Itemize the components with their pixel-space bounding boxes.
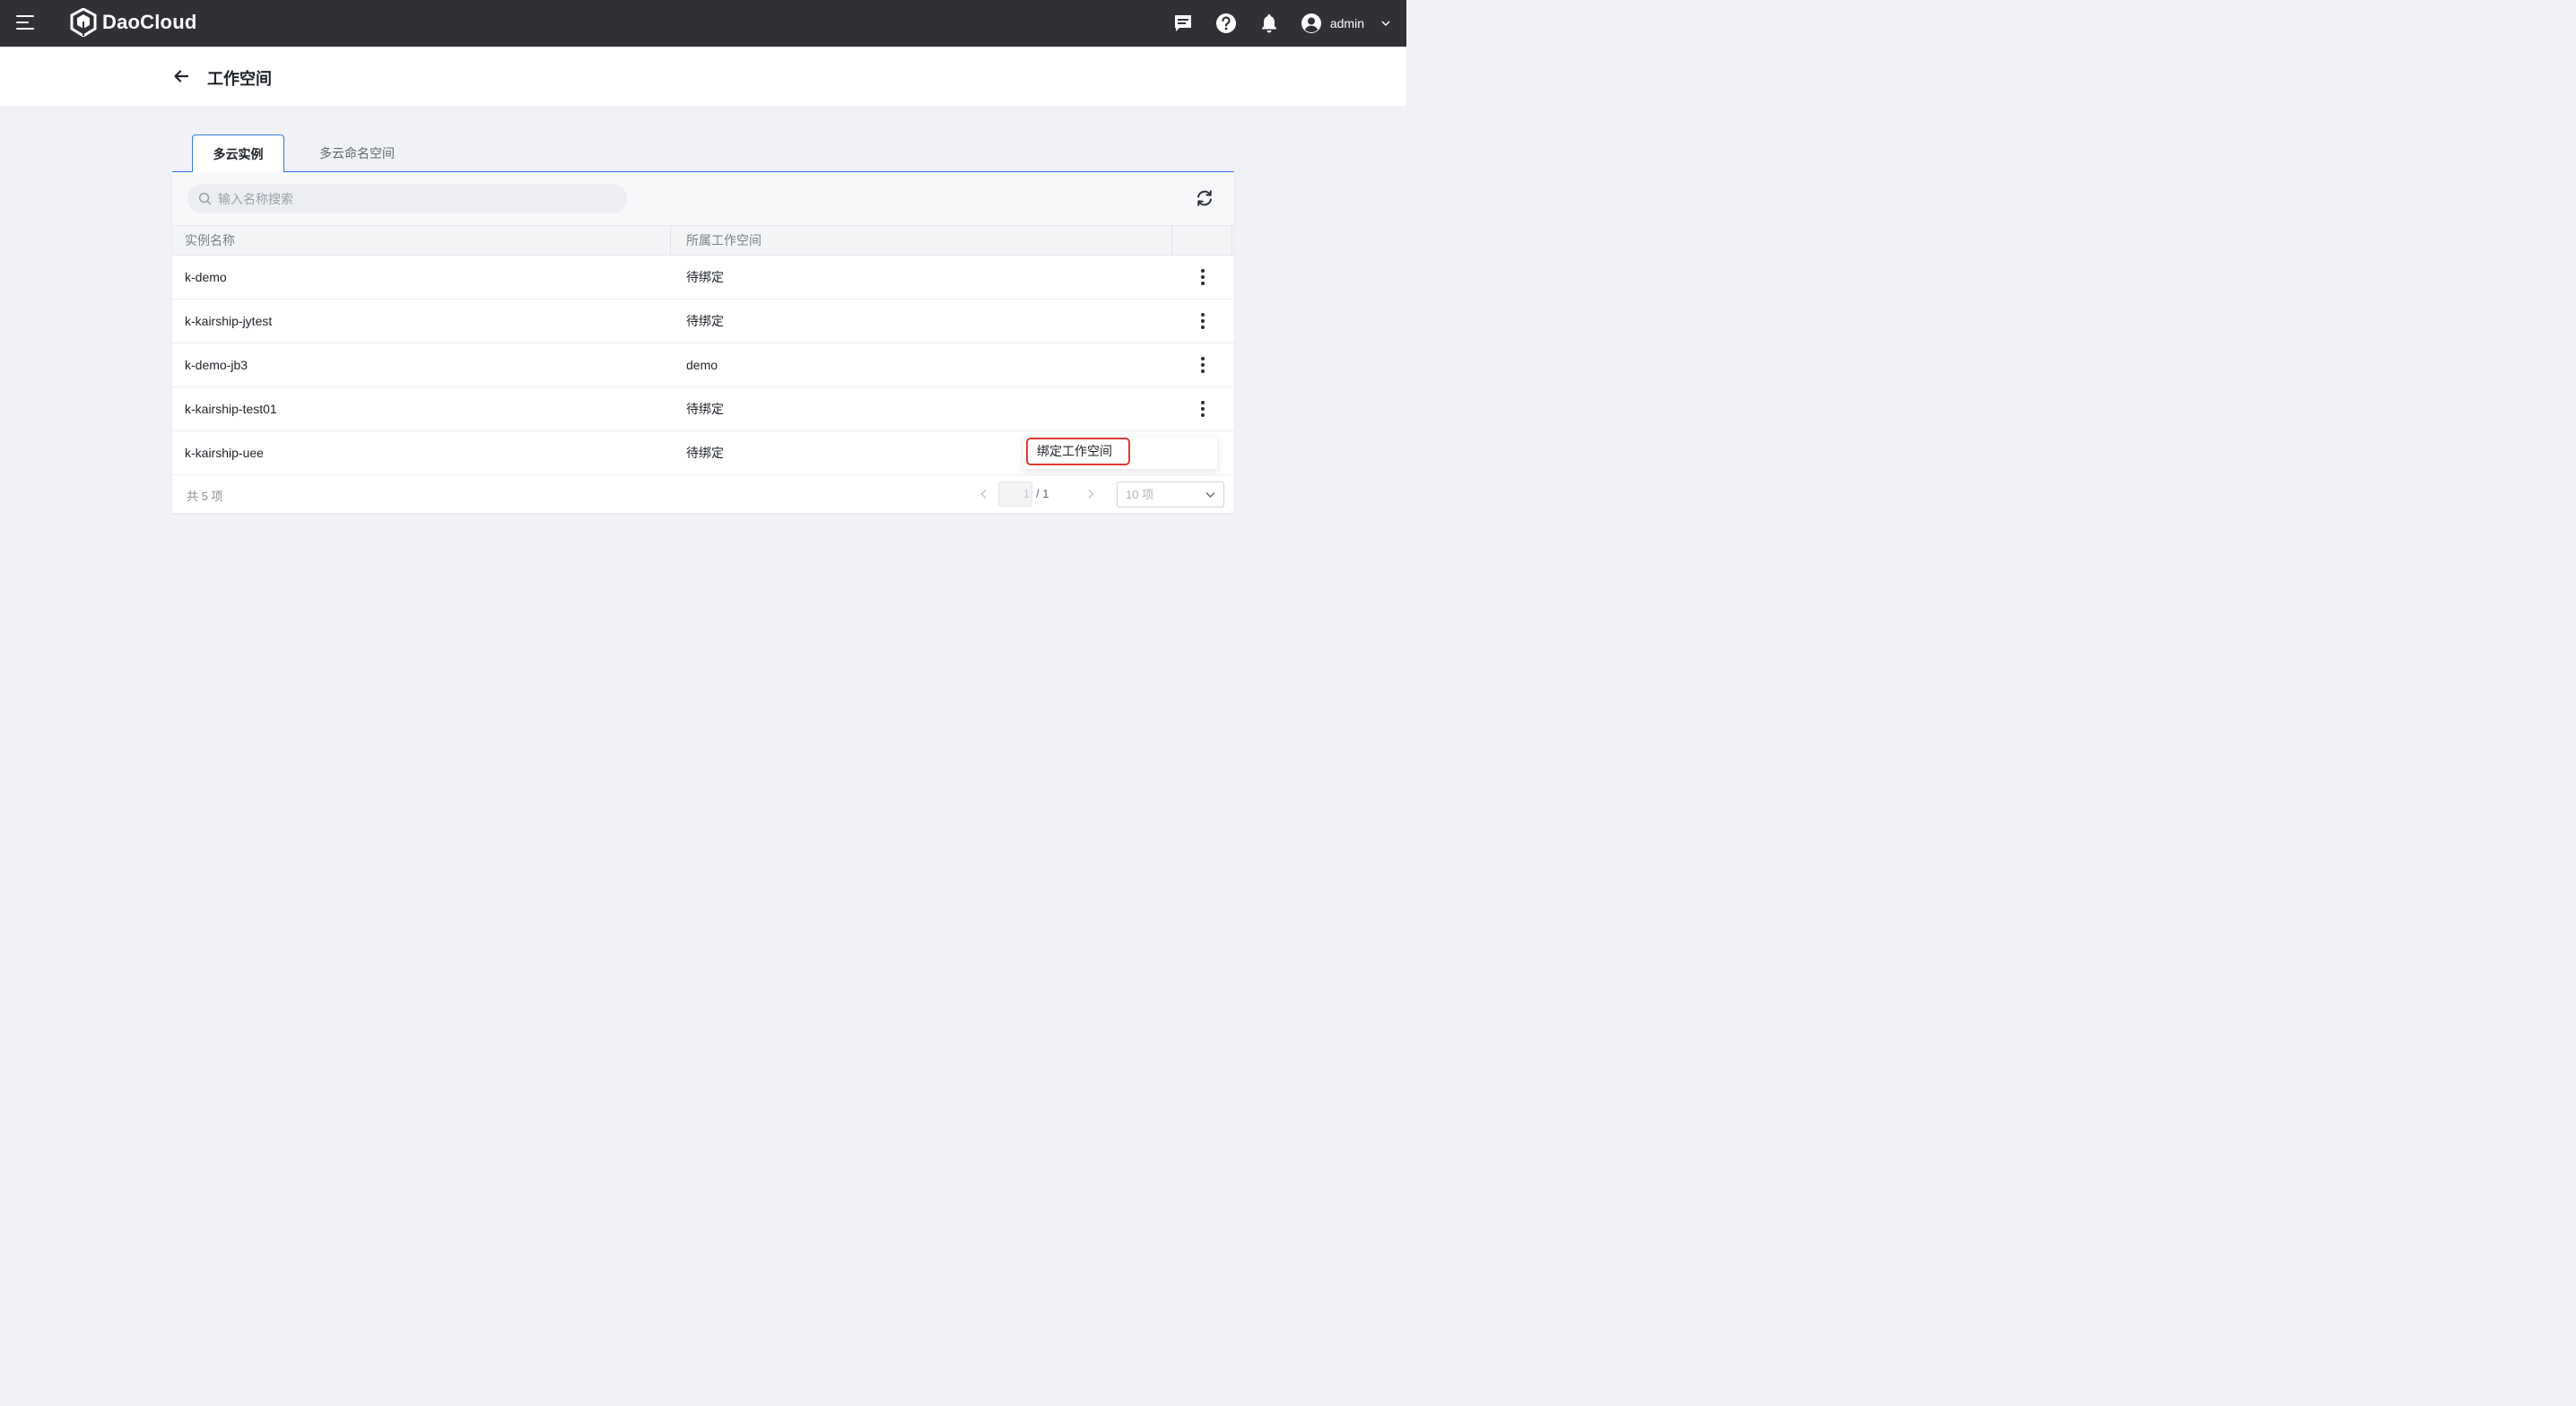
column-header-workspace[interactable]: 所属工作空间: [686, 226, 761, 255]
help-icon[interactable]: [1214, 12, 1238, 35]
user-name: admin: [1329, 16, 1364, 30]
page-title: 工作空间: [207, 70, 272, 88]
table-row: k-kairship-jytest 待绑定: [172, 299, 1234, 343]
brand-name: DaoCloud: [102, 11, 197, 33]
workspace-cell: 待绑定: [686, 270, 724, 284]
current-page-input[interactable]: 1: [998, 482, 1032, 507]
search-box: [187, 184, 627, 213]
back-arrow-icon[interactable]: [172, 67, 190, 85]
instance-name-cell: k-kairship-uee: [185, 446, 264, 460]
chevron-down-icon: [1381, 21, 1390, 27]
search-input[interactable]: [218, 191, 604, 206]
column-header-instance-name[interactable]: 实例名称: [185, 226, 235, 255]
chevron-left-icon[interactable]: [978, 488, 990, 500]
workspace-cell: 待绑定: [686, 402, 724, 416]
instance-name-cell: k-kairship-test01: [185, 402, 277, 416]
instance-name-cell: k-demo: [185, 270, 227, 284]
tab-multicloud-instances[interactable]: 多云实例: [192, 135, 284, 173]
table-row: k-kairship-test01 待绑定: [172, 387, 1234, 431]
workspace-cell: 待绑定: [686, 314, 724, 328]
page-size-value: 10 项: [1126, 488, 1154, 501]
more-actions-icon[interactable]: [1194, 356, 1212, 374]
table-row: k-demo-jb3 demo: [172, 343, 1234, 387]
more-actions-icon[interactable]: [1194, 312, 1212, 330]
notification-bell-icon[interactable]: [1258, 12, 1281, 35]
instance-name-cell: k-kairship-jytest: [185, 314, 273, 328]
table-toolbar: [172, 172, 1234, 225]
table-footer: 共 5 项 1 / 1 10 项: [172, 475, 1234, 513]
chevron-right-icon[interactable]: [1084, 488, 1097, 500]
refresh-icon[interactable]: [1195, 188, 1214, 208]
tab-bar: 多云实例 多云命名空间: [172, 135, 1234, 173]
workspace-cell: demo: [686, 358, 718, 372]
hamburger-menu-icon[interactable]: [16, 14, 36, 30]
more-actions-icon[interactable]: [1194, 268, 1212, 286]
row-actions-dropdown: 绑定工作空间: [1023, 437, 1217, 469]
user-menu[interactable]: admin: [1301, 13, 1392, 34]
instance-name-cell: k-demo-jb3: [185, 358, 248, 372]
page-header: 工作空间: [0, 47, 1406, 106]
table-header: 实例名称 所属工作空间: [172, 225, 1234, 256]
total-count: 共 5 项: [187, 490, 223, 503]
workspace-cell: 待绑定: [686, 446, 724, 460]
page-size-select[interactable]: 10 项: [1117, 482, 1224, 508]
message-icon[interactable]: [1171, 12, 1195, 35]
tab-multicloud-namespaces[interactable]: 多云命名空间: [305, 135, 409, 172]
avatar-icon: [1301, 13, 1321, 33]
brand-logo[interactable]: DaoCloud: [70, 8, 196, 37]
more-actions-icon[interactable]: [1194, 400, 1212, 418]
daocloud-logo-icon: [70, 8, 97, 37]
search-icon: [198, 192, 212, 205]
bind-workspace-menu-item[interactable]: 绑定工作空间: [1026, 438, 1130, 465]
table-row: k-demo 待绑定: [172, 256, 1234, 299]
top-navigation-bar: DaoCloud admin: [0, 0, 1406, 47]
chevron-down-icon: [1205, 492, 1215, 498]
total-pages: / 1: [1036, 487, 1049, 500]
